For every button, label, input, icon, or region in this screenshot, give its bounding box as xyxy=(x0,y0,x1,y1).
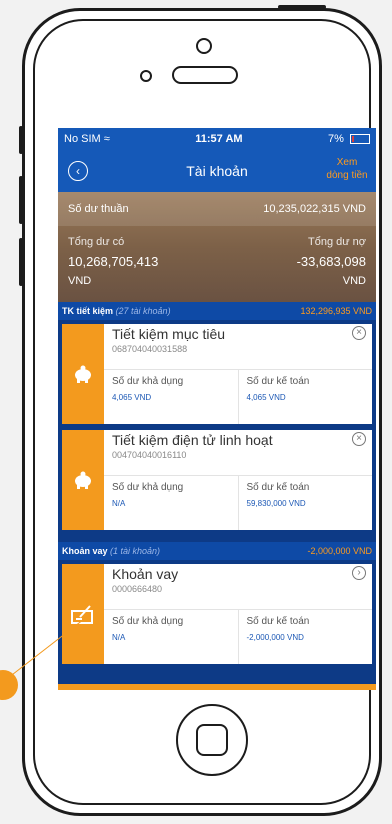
loan-section-count: (1 tài khoản) xyxy=(110,546,161,556)
available-balance-value: 4,065 VND xyxy=(112,393,152,402)
total-debt: Tổng dư nợ -33,683,098 VND xyxy=(297,236,366,294)
total-assets-value: 10,268,705,413 xyxy=(68,254,159,269)
carrier-label: No SIM ≈ xyxy=(64,133,110,145)
chevron-right-circle-icon[interactable]: › xyxy=(352,566,366,580)
clock: 11:57 AM xyxy=(195,133,243,145)
account-card-savings-target[interactable]: Tiết kiệm mục tiêu 068704040031588 × Số … xyxy=(62,324,372,424)
savings-section-title: TK tiết kiệm xyxy=(62,306,114,316)
wifi-icon: ≈ xyxy=(103,133,110,145)
account-number: 068704040031588 xyxy=(112,344,188,354)
piggy-bank-icon xyxy=(62,430,104,530)
view-cashflow-line1: Xem xyxy=(336,157,358,168)
ledger-balance-label: Số dư kế toán xyxy=(246,482,310,493)
proximity-sensor xyxy=(140,70,152,82)
ledger-balance-value: 59,830,000 VND xyxy=(246,499,306,508)
ledger-balance-value: -2,000,000 VND xyxy=(246,633,304,642)
battery-percent: 7% xyxy=(328,133,344,145)
carrier-text: No SIM xyxy=(64,133,101,145)
loan-section-total: -2,000,000 VND xyxy=(307,546,372,556)
available-balance-label: Số dư khả dụng xyxy=(112,376,184,387)
total-debt-value: -33,683,098 xyxy=(296,254,366,269)
total-debt-unit: VND xyxy=(342,275,366,287)
account-number: 0000666480 xyxy=(112,584,163,594)
balance-summary: Số dư thuần 10,235,022,315 VND Tổng dư c… xyxy=(58,192,376,302)
home-button-icon xyxy=(196,724,228,756)
account-name: Tiết kiệm điện tử linh hoạt xyxy=(112,432,273,448)
close-circle-icon[interactable]: × xyxy=(352,432,366,446)
loan-document-icon xyxy=(62,564,104,664)
total-assets-unit: VND xyxy=(68,275,92,287)
account-number: 004704040016110 xyxy=(112,450,187,460)
close-circle-icon[interactable]: × xyxy=(352,326,366,340)
savings-section-total: 132,296,935 VND xyxy=(300,306,372,316)
battery-status: 7% xyxy=(328,133,370,145)
volume-up-button xyxy=(19,176,23,224)
ledger-balance-label: Số dư kế toán xyxy=(246,376,310,387)
bottom-accent-strip xyxy=(58,684,376,690)
net-balance-label: Số dư thuần xyxy=(68,203,129,215)
power-button xyxy=(278,5,326,9)
available-balance-value: N/A xyxy=(112,499,126,508)
net-balance-row: Số dư thuần 10,235,022,315 VND xyxy=(58,192,376,226)
total-assets: Tổng dư có 10,268,705,413 VND xyxy=(68,236,158,294)
savings-section-header: TK tiết kiệm (27 tài khoản) 132,296,935 … xyxy=(58,302,376,320)
view-cashflow-link[interactable]: Xem dòng tiền xyxy=(326,156,368,182)
total-assets-label: Tổng dư có xyxy=(68,236,125,248)
front-camera xyxy=(196,38,212,54)
mute-switch xyxy=(19,126,23,154)
volume-down-button xyxy=(19,238,23,286)
account-name: Khoản vay xyxy=(112,566,179,582)
status-bar: No SIM ≈ 11:57 AM 7% xyxy=(58,128,376,150)
navigation-bar: ‹ Tài khoản Xem dòng tiền xyxy=(58,150,376,192)
battery-icon xyxy=(350,134,370,145)
net-balance-value: 10,235,022,315 VND xyxy=(263,203,366,215)
ledger-balance-label: Số dư kế toán xyxy=(246,616,310,627)
account-card-savings-flexible[interactable]: Tiết kiệm điện tử linh hoạt 004704040016… xyxy=(62,430,372,530)
available-balance-label: Số dư khả dụng xyxy=(112,482,184,493)
loan-section-header: Khoản vay (1 tài khoản) -2,000,000 VND xyxy=(58,542,376,560)
account-name: Tiết kiệm mục tiêu xyxy=(112,326,226,342)
assets-debt-grid: Tổng dư có 10,268,705,413 VND Tổng dư nợ… xyxy=(58,226,376,302)
available-balance-value: N/A xyxy=(112,633,126,642)
account-card-loan[interactable]: Khoản vay 0000666480 › Số dư khả dụng N/… xyxy=(62,564,372,664)
home-button[interactable] xyxy=(176,704,248,776)
total-debt-label: Tổng dư nợ xyxy=(308,236,366,248)
view-cashflow-line2: dòng tiền xyxy=(326,170,368,181)
callout-marker xyxy=(0,670,18,700)
earpiece-speaker xyxy=(172,66,238,84)
available-balance-label: Số dư khả dụng xyxy=(112,616,184,627)
loan-section-title: Khoản vay xyxy=(62,546,108,556)
savings-section-count: (27 tài khoản) xyxy=(115,306,171,316)
app-screen: No SIM ≈ 11:57 AM 7% ‹ Tài khoản Xem dòn… xyxy=(58,128,376,690)
ledger-balance-value: 4,065 VND xyxy=(246,393,286,402)
piggy-bank-icon xyxy=(62,324,104,424)
